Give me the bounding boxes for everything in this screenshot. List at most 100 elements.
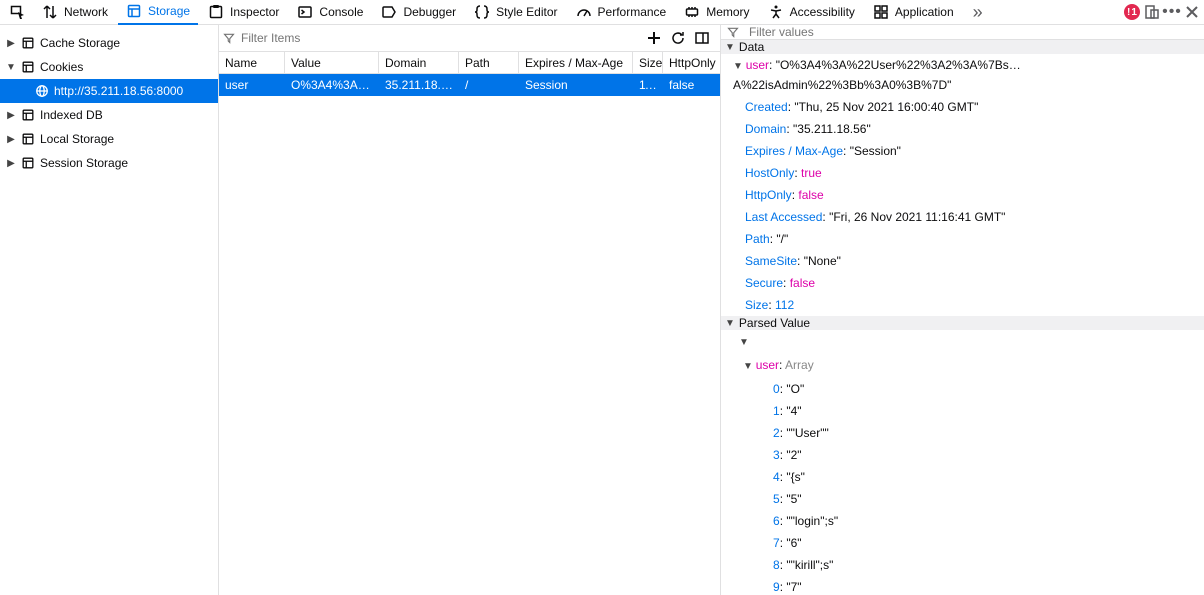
cookie-details-panel: ▼ Data ▼ user: "O%3A4%3A%22User%22%3A2%3… <box>721 25 1204 595</box>
parsed-array-item[interactable]: 4: "{s" <box>721 466 1204 488</box>
cell-expires: Session <box>519 78 633 92</box>
tab-memory[interactable]: Memory <box>676 0 757 25</box>
database-icon <box>20 155 36 171</box>
data-row-path[interactable]: Path: "/" <box>721 228 1204 250</box>
responsive-mode-icon[interactable] <box>1144 4 1160 20</box>
parsed-user[interactable]: ▼ user: Array <box>721 354 1204 378</box>
database-icon <box>20 107 36 123</box>
debugger-icon <box>381 4 397 20</box>
data-section-header[interactable]: ▼ Data <box>721 40 1204 54</box>
tab-label: Inspector <box>230 5 279 19</box>
data-row-samesite[interactable]: SameSite: "None" <box>721 250 1204 272</box>
styleeditor-icon <box>474 4 490 20</box>
tab-network[interactable]: Network <box>34 0 116 25</box>
col-header-name[interactable]: Name <box>219 52 285 73</box>
overflow-chevron-icon[interactable]: » <box>970 4 986 20</box>
tab-console[interactable]: Console <box>289 0 371 25</box>
error-count-badge[interactable]: !1 <box>1124 4 1140 20</box>
parsed-array-item[interactable]: 3: "2" <box>721 444 1204 466</box>
chevron-down-icon: ▼ <box>725 318 735 329</box>
chevron-down-icon: ▼ <box>725 42 735 53</box>
parsed-array-item[interactable]: 5: "5" <box>721 488 1204 510</box>
refresh-button[interactable] <box>670 30 686 46</box>
close-devtools-icon[interactable] <box>1184 4 1200 20</box>
data-row-lastaccessed[interactable]: Last Accessed: "Fri, 26 Nov 2021 11:16:4… <box>721 206 1204 228</box>
cell-name: user <box>219 78 285 92</box>
memory-icon <box>684 4 700 20</box>
tab-performance[interactable]: Performance <box>568 0 675 25</box>
tab-label: Network <box>64 5 108 19</box>
data-row-user[interactable]: ▼ user: "O%3A4%3A%22User%22%3A2%3A%7Bs…A… <box>721 54 1204 96</box>
parsed-array-item[interactable]: 1: "4" <box>721 400 1204 422</box>
col-header-value[interactable]: Value <box>285 52 379 73</box>
tree-local-storage[interactable]: ▶ Local Storage <box>0 127 218 151</box>
tab-label: Application <box>895 5 954 19</box>
accessibility-icon <box>768 4 784 20</box>
data-row-secure[interactable]: Secure: false <box>721 272 1204 294</box>
col-header-expires[interactable]: Expires / Max-Age <box>519 52 633 73</box>
chevron-down-icon: ▼ <box>743 361 756 372</box>
data-row-domain[interactable]: Domain: "35.211.18.56" <box>721 118 1204 140</box>
storage-icon <box>126 3 142 19</box>
parsed-array-item[interactable]: 6: ""login";s" <box>721 510 1204 532</box>
tab-accessibility[interactable]: Accessibility <box>760 0 863 25</box>
tab-storage[interactable]: Storage <box>118 0 198 25</box>
database-icon <box>20 59 36 75</box>
tab-debugger[interactable]: Debugger <box>373 0 464 25</box>
col-header-domain[interactable]: Domain <box>379 52 459 73</box>
parsed-array-item[interactable]: 8: ""kirill";s" <box>721 554 1204 576</box>
tab-inspector[interactable]: Inspector <box>200 0 287 25</box>
parsed-array-item[interactable]: 9: "7" <box>721 576 1204 595</box>
col-header-path[interactable]: Path <box>459 52 519 73</box>
add-item-button[interactable] <box>646 30 662 46</box>
cell-httponly: false <box>663 78 717 92</box>
filter-values-input[interactable] <box>745 25 1198 39</box>
parsed-array-item[interactable]: 0: "O" <box>721 378 1204 400</box>
details-filter-row <box>721 25 1204 40</box>
cell-path: / <box>459 78 519 92</box>
inspector-icon <box>208 4 224 20</box>
data-row-hostonly[interactable]: HostOnly: true <box>721 162 1204 184</box>
parsed-root[interactable]: ▼ <box>721 330 1204 354</box>
tree-label: Session Storage <box>40 156 128 170</box>
data-row-httponly[interactable]: HttpOnly: false <box>721 184 1204 206</box>
data-row-expires[interactable]: Expires / Max-Age: "Session" <box>721 140 1204 162</box>
data-row-size[interactable]: Size: 112 <box>721 294 1204 316</box>
error-count: 1 <box>1131 7 1137 18</box>
parsed-array-item[interactable]: 2: ""User"" <box>721 422 1204 444</box>
tab-label: Performance <box>598 5 667 19</box>
globe-icon <box>34 83 50 99</box>
tree-label: Indexed DB <box>40 108 103 122</box>
cell-size: 112 <box>633 78 663 92</box>
tree-indexed-db[interactable]: ▶ Indexed DB <box>0 103 218 127</box>
section-title: Parsed Value <box>739 316 810 330</box>
col-header-size[interactable]: Size <box>633 52 663 73</box>
tab-label: Memory <box>706 5 749 19</box>
main-area: ▶ Cache Storage ▼ Cookies http://35.211.… <box>0 25 1204 595</box>
tree-label: http://35.211.18.56:8000 <box>54 84 183 98</box>
filter-items-input[interactable] <box>237 31 640 45</box>
tree-label: Local Storage <box>40 132 114 146</box>
chevron-right-icon: ▶ <box>6 38 16 49</box>
element-picker-button[interactable] <box>4 0 32 25</box>
database-icon <box>20 35 36 51</box>
parsed-array-item[interactable]: 7: "6" <box>721 532 1204 554</box>
meatball-menu-icon[interactable]: ••• <box>1164 4 1180 20</box>
tree-session-storage[interactable]: ▶ Session Storage <box>0 151 218 175</box>
cookies-table-panel: Name Value Domain Path Expires / Max-Age… <box>219 25 721 595</box>
performance-icon <box>576 4 592 20</box>
tab-label: Storage <box>148 4 190 18</box>
tree-cookies[interactable]: ▼ Cookies <box>0 55 218 79</box>
col-header-httponly[interactable]: HttpOnly <box>663 52 717 73</box>
parsed-section-header[interactable]: ▼ Parsed Value <box>721 316 1204 330</box>
filter-icon <box>727 26 741 38</box>
tree-cookies-host[interactable]: http://35.211.18.56:8000 <box>0 79 218 103</box>
tab-application[interactable]: Application <box>865 0 962 25</box>
toggle-sidebar-button[interactable] <box>694 30 710 46</box>
tree-cache-storage[interactable]: ▶ Cache Storage <box>0 31 218 55</box>
tab-style-editor[interactable]: Style Editor <box>466 0 565 25</box>
data-row-created[interactable]: Created: "Thu, 25 Nov 2021 16:00:40 GMT" <box>721 96 1204 118</box>
chevron-right-icon: ▶ <box>6 110 16 121</box>
tab-label: Console <box>319 5 363 19</box>
cookie-row-user[interactable]: user O%3A4%3A%… 35.211.18.56 / Session 1… <box>219 74 720 96</box>
